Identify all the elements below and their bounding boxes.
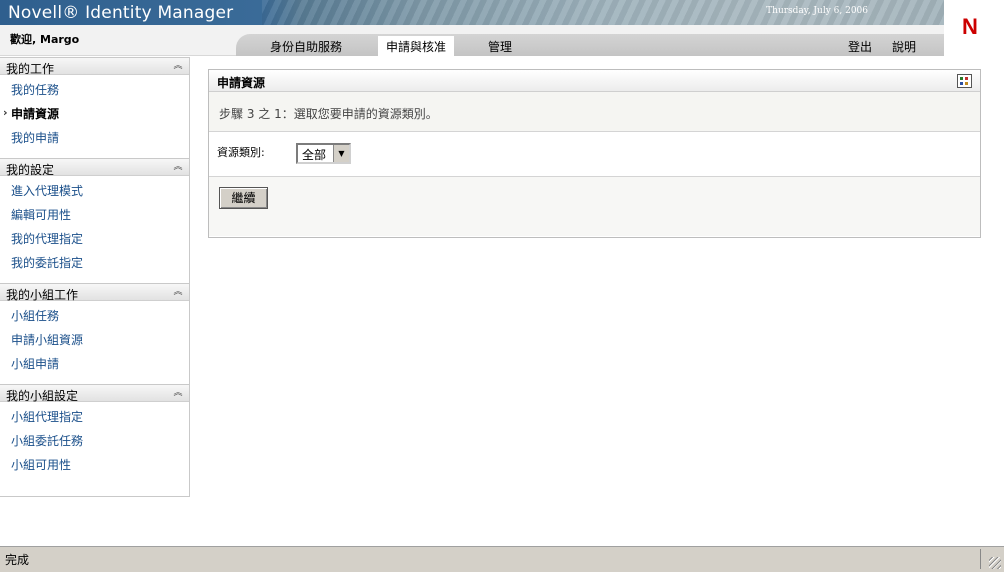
- collapse-icon[interactable]: [171, 60, 185, 73]
- step-instruction: 步驟 3 之 1：選取您要申請的資源類別。: [219, 107, 438, 121]
- collapse-icon[interactable]: [171, 161, 185, 174]
- resize-grip-icon[interactable]: [989, 557, 1001, 569]
- sidebar-item-team-requests[interactable]: 小組申請: [0, 352, 189, 376]
- sidebar-item-edit-availability[interactable]: 編輯可用性: [0, 203, 189, 227]
- sidebar-item-team-delegate-tasks[interactable]: 小組委託任務: [0, 429, 189, 453]
- step-area: 步驟 3 之 1：選取您要申請的資源類別。: [209, 92, 980, 132]
- sidebar: 我的工作 我的任務 申請資源 我的申請 我的設定 進入代理模式 編輯可用性 我的…: [0, 57, 190, 497]
- sidebar-item-request-team-resources[interactable]: 申請小組資源: [0, 328, 189, 352]
- section-title: 我的設定: [6, 163, 55, 177]
- status-text: 完成: [5, 553, 30, 567]
- section-title: 我的小組工作: [6, 288, 79, 302]
- section-title: 我的小組設定: [6, 389, 79, 403]
- section-items: 小組任務 申請小組資源 小組申請: [0, 301, 189, 384]
- tab-administration[interactable]: 管理: [488, 38, 512, 55]
- continue-button[interactable]: 繼續: [219, 187, 268, 209]
- sidebar-item-enter-proxy-mode[interactable]: 進入代理模式: [0, 179, 189, 203]
- sidebar-item-team-availability[interactable]: 小組可用性: [0, 453, 189, 477]
- welcome-text: 歡迎, Margo: [10, 33, 80, 46]
- section-items: 進入代理模式 編輯可用性 我的代理指定 我的委託指定: [0, 176, 189, 283]
- sidebar-section-team-work: 我的小組工作: [0, 283, 189, 302]
- brand-bar: Novell® Identity Manager Thursday, July …: [0, 0, 944, 25]
- sidebar-item-team-proxy-assignments[interactable]: 小組代理指定: [0, 405, 189, 429]
- logout-link[interactable]: 登出: [848, 38, 872, 55]
- section-title: 我的工作: [6, 62, 55, 76]
- button-area: 繼續: [209, 177, 980, 236]
- status-divider: [980, 549, 981, 569]
- header-date: Thursday, July 6, 2006: [766, 6, 868, 16]
- field-area: 資源類別: 全部 ▼: [209, 132, 980, 177]
- collapse-icon[interactable]: [171, 387, 185, 400]
- sidebar-section-my-work: 我的工作: [0, 57, 189, 76]
- panel-title: 申請資源: [217, 76, 266, 90]
- novell-logo: N: [944, 0, 1004, 56]
- section-items: 我的任務 申請資源 我的申請: [0, 75, 189, 158]
- sidebar-item-my-tasks[interactable]: 我的任務: [0, 78, 189, 102]
- tab-identity-self-service[interactable]: 身份自助服務: [270, 38, 342, 55]
- sidebar-item-my-proxy-assignments[interactable]: 我的代理指定: [0, 227, 189, 251]
- sidebar-section-my-settings: 我的設定: [0, 158, 189, 177]
- status-bar: 完成: [0, 546, 1004, 572]
- brand-name: Novell® Identity Manager: [8, 3, 234, 23]
- collapse-icon[interactable]: [171, 286, 185, 299]
- sidebar-section-team-settings: 我的小組設定: [0, 384, 189, 403]
- panel-header: 申請資源: [209, 70, 980, 92]
- app-header: Novell® Identity Manager Thursday, July …: [0, 0, 1004, 56]
- nav-band: 歡迎, Margo 身份自助服務 申請與核准 管理 登出 說明: [0, 25, 944, 56]
- help-link[interactable]: 說明: [892, 38, 916, 55]
- select-value: 全部: [302, 148, 327, 162]
- section-items: 小組代理指定 小組委託任務 小組可用性: [0, 402, 189, 485]
- sidebar-item-team-tasks[interactable]: 小組任務: [0, 304, 189, 328]
- tab-requests-approvals[interactable]: 申請與核准: [378, 36, 455, 56]
- resource-category-select[interactable]: 全部 ▼: [296, 143, 351, 164]
- request-resource-panel: 申請資源 步驟 3 之 1：選取您要申請的資源類別。 資源類別: 全部 ▼ 繼續: [208, 69, 981, 238]
- sidebar-item-request-resources[interactable]: 申請資源: [0, 101, 189, 126]
- novell-logo-icon: N: [962, 14, 978, 39]
- resource-category-label: 資源類別:: [217, 146, 265, 159]
- tab-strip: 身份自助服務 申請與核准 管理 登出 說明: [236, 34, 944, 56]
- grid-view-icon[interactable]: [957, 74, 972, 88]
- sidebar-item-my-requests[interactable]: 我的申請: [0, 126, 189, 150]
- sidebar-item-my-delegate-assignments[interactable]: 我的委託指定: [0, 251, 189, 275]
- chevron-down-icon[interactable]: ▼: [333, 145, 349, 162]
